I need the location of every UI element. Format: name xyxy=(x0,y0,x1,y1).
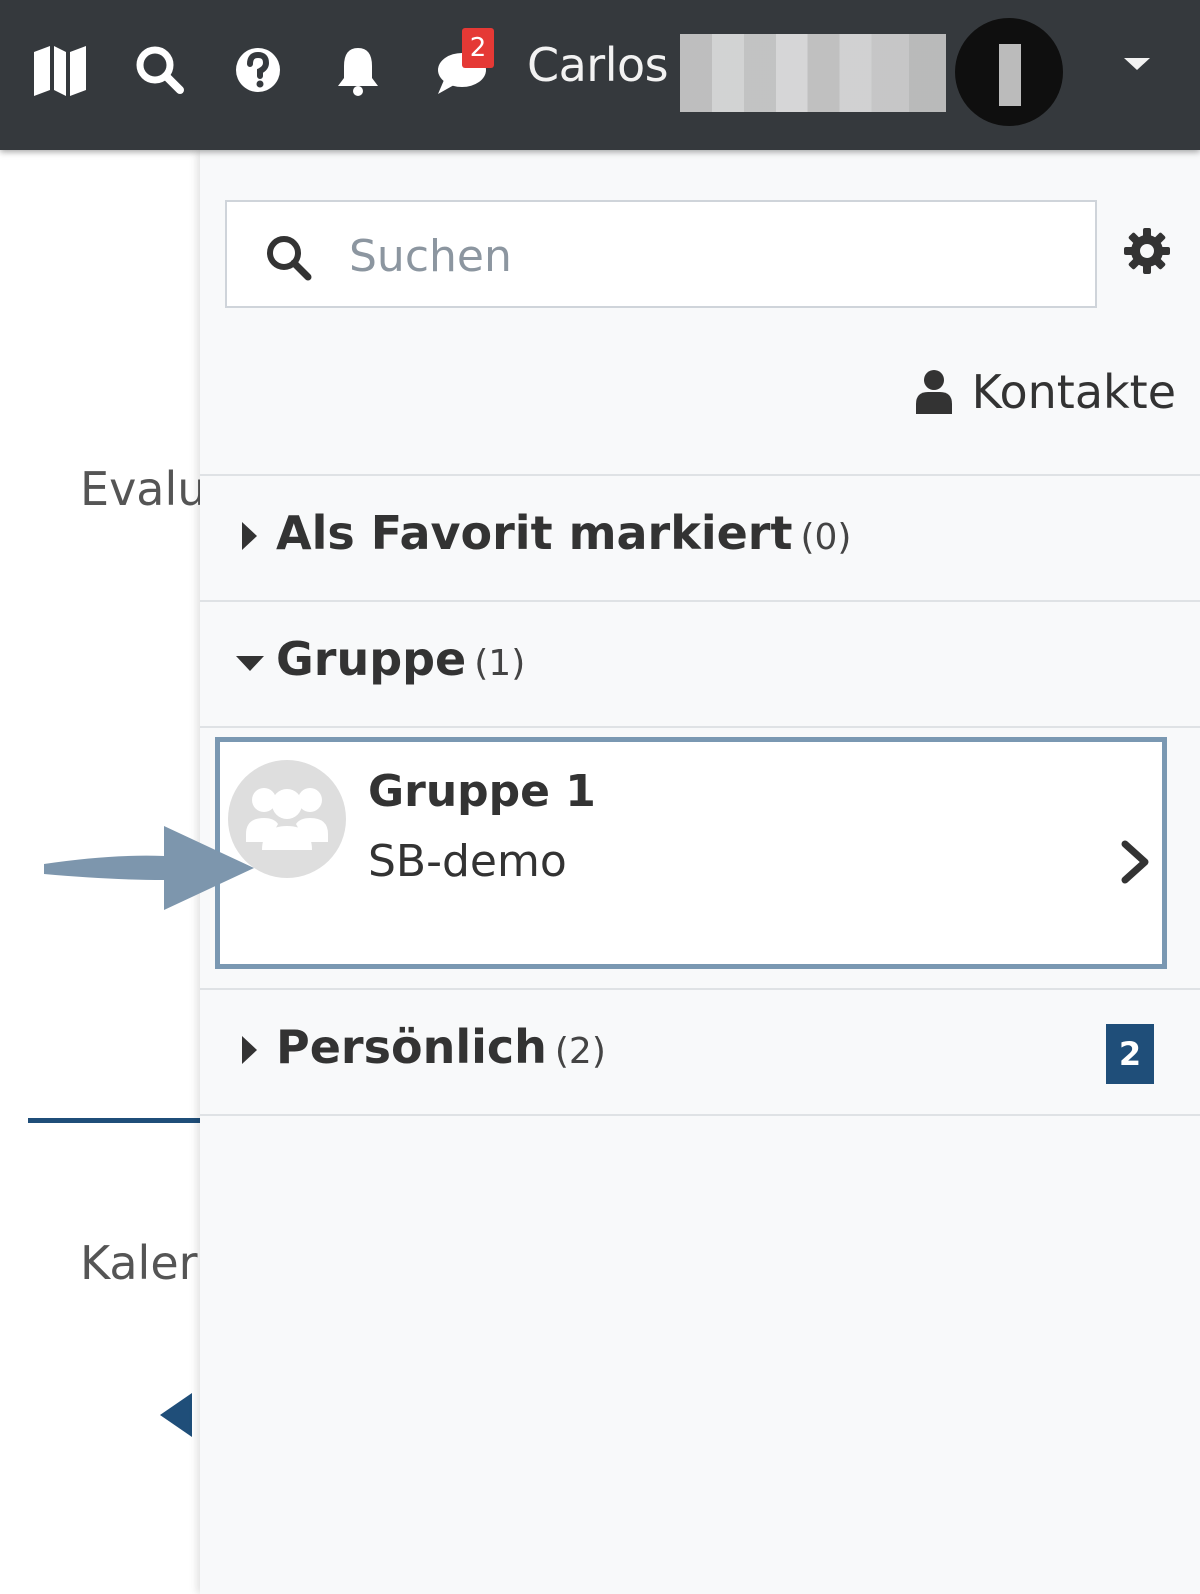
conversation-item-group[interactable]: Gruppe 1 SB-demo xyxy=(215,737,1167,969)
section-title: Als Favorit markiert (0) xyxy=(276,506,852,560)
annotation-arrow-icon xyxy=(44,826,254,910)
conversation-name: Gruppe 1 xyxy=(368,766,596,817)
user-avatar[interactable] xyxy=(955,18,1063,126)
conversation-subtitle: SB-demo xyxy=(368,836,567,887)
search-input[interactable] xyxy=(347,220,1051,292)
gear-icon[interactable] xyxy=(1122,226,1172,276)
section-title: Persönlich (2) xyxy=(276,1020,606,1074)
section-divider xyxy=(200,1114,1200,1116)
caret-down-icon xyxy=(236,656,264,671)
search-box[interactable] xyxy=(225,200,1097,308)
section-group[interactable]: Gruppe (1) xyxy=(200,602,1200,722)
bell-icon[interactable] xyxy=(328,40,388,100)
background-left-arrow-icon[interactable] xyxy=(160,1393,192,1437)
contacts-link[interactable]: Kontakte xyxy=(914,362,1176,422)
caret-right-icon xyxy=(242,1036,257,1064)
section-count: (1) xyxy=(474,643,526,684)
user-name[interactable]: Carlos xyxy=(527,38,669,92)
chevron-down-icon[interactable] xyxy=(1124,58,1150,70)
section-favorites[interactable]: Als Favorit markiert (0) xyxy=(200,476,1200,596)
section-count: (0) xyxy=(800,517,852,558)
section-personal[interactable]: Persönlich (2) 2 xyxy=(200,990,1200,1110)
help-icon[interactable] xyxy=(228,40,288,100)
search-icon xyxy=(267,236,312,281)
message-drawer: Kontakte Als Favorit markiert(0) Gruppe(… xyxy=(200,150,1200,1594)
section-title: Gruppe (1) xyxy=(276,632,526,686)
map-icon[interactable] xyxy=(30,40,90,100)
caret-right-icon xyxy=(242,522,257,550)
user-icon xyxy=(915,370,952,414)
top-navbar: 2 Carlos xyxy=(0,0,1200,150)
contacts-label: Kontakte xyxy=(971,365,1176,419)
chevron-right-icon xyxy=(1121,840,1149,884)
section-divider xyxy=(200,726,1200,728)
message-count-badge: 2 xyxy=(462,28,494,68)
background-evaluation-text: Evalu xyxy=(80,462,207,516)
background-divider xyxy=(28,1118,203,1123)
background-calendar-text: Kaler xyxy=(80,1236,198,1290)
redacted-surname xyxy=(680,34,946,112)
unread-count-badge: 2 xyxy=(1106,1024,1154,1084)
section-count: (2) xyxy=(554,1031,606,1072)
search-icon[interactable] xyxy=(130,40,190,100)
